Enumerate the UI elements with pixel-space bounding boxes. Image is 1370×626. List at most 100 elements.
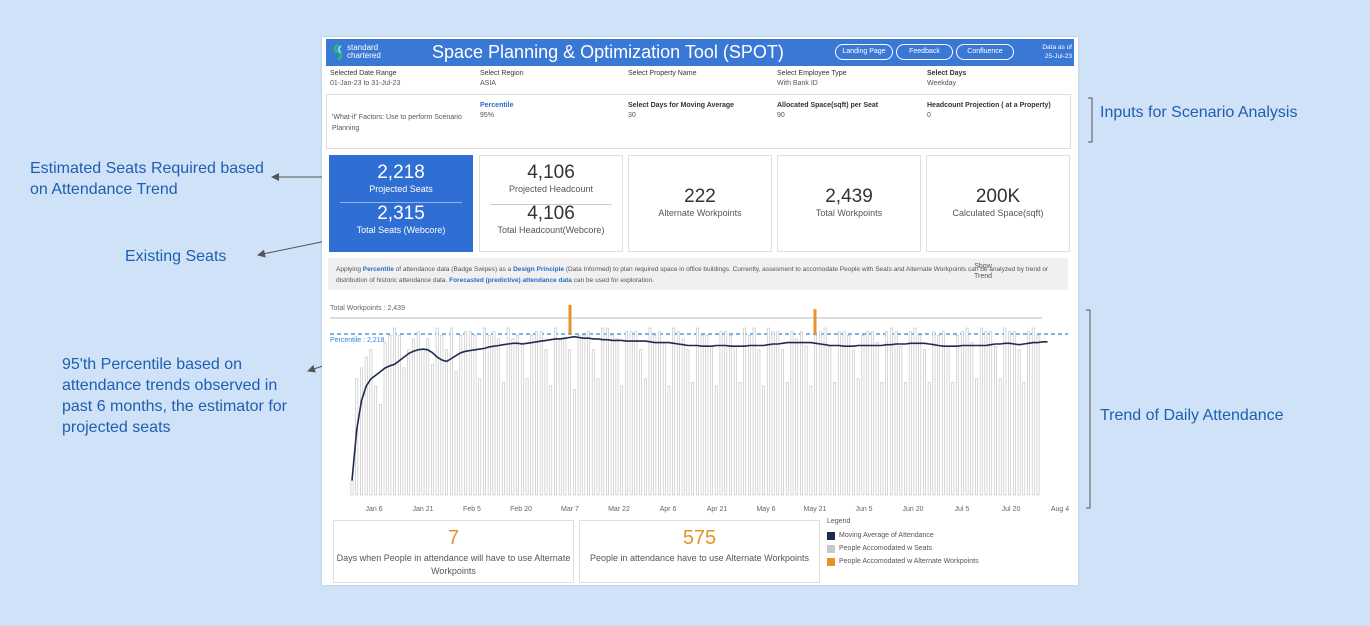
total-workpoints-value: 2,439 xyxy=(825,186,873,207)
note-text: Applying xyxy=(336,266,363,273)
show-trend-toggle[interactable]: Show Trend xyxy=(970,262,996,282)
bar-seats xyxy=(639,349,642,496)
bar-seats xyxy=(506,327,510,496)
bar-seats xyxy=(771,331,775,496)
dashboard: standard chartered Space Planning & Optim… xyxy=(322,37,1078,585)
bar-seats xyxy=(374,385,378,496)
bar-seats xyxy=(880,382,884,496)
filter-value: With Bank ID xyxy=(777,80,818,87)
bar-seats xyxy=(535,331,538,496)
x-tick-label: Mar 22 xyxy=(608,506,630,513)
bar-series-group xyxy=(350,327,1040,496)
bar-seats xyxy=(544,349,548,496)
filter-value: Weekday xyxy=(927,80,957,87)
filter-region[interactable]: Select Region ASIA xyxy=(480,69,524,89)
bar-seats xyxy=(572,389,576,496)
bar-seats xyxy=(729,334,732,496)
note-text: of attendance data (Badge Swipes) as a xyxy=(393,266,514,273)
bar-seats xyxy=(800,331,803,496)
bar-seats xyxy=(383,342,387,496)
alternate-workpoint-markers xyxy=(568,304,817,334)
logo-mark-icon xyxy=(333,44,343,61)
bar-seats xyxy=(904,382,907,496)
alternate-days-value: 7 xyxy=(447,527,460,549)
bar-seats xyxy=(790,331,794,496)
filter-employee-type[interactable]: Select Employee Type With Bank ID xyxy=(777,69,847,89)
bar-seats xyxy=(483,327,486,496)
kpi-seats-tile: 2,218 Projected Seats 2,315 Total Seats … xyxy=(329,155,473,252)
bar-seats xyxy=(360,367,363,496)
legend-swatch xyxy=(827,544,835,553)
projected-seats-value: 2,218 xyxy=(377,162,425,183)
bar-seats xyxy=(899,345,903,496)
param-moving-average-days[interactable]: Select Days for Moving Average 30 xyxy=(628,101,734,121)
x-tick-label: Jul 20 xyxy=(1002,506,1021,513)
alternate-workpoints-value: 222 xyxy=(684,186,716,207)
filter-label: Select Region xyxy=(480,70,524,77)
bar-seats xyxy=(975,378,978,496)
x-tick-label: Aug 4 xyxy=(1051,506,1069,513)
bar-seats xyxy=(871,331,874,496)
x-tick-label: Apr 6 xyxy=(660,506,677,513)
bar-seats xyxy=(667,385,671,496)
feedback-button[interactable]: Feedback xyxy=(896,44,953,60)
bar-seats xyxy=(672,327,676,496)
bar-seats xyxy=(591,349,595,496)
total-workpoints-ref-label: Total Workpoints : 2,439 xyxy=(330,305,405,312)
filter-property-name[interactable]: Select Property Name xyxy=(628,69,696,79)
bracket-trend xyxy=(1086,309,1091,509)
filter-label: Select Days xyxy=(927,70,967,77)
x-tick-label: Jun 5 xyxy=(855,506,872,513)
bar-seats xyxy=(350,480,354,496)
param-headcount-projection[interactable]: Headcount Projection ( at a Property) 0 xyxy=(927,101,1051,121)
legend-swatch xyxy=(827,531,835,540)
bar-seats xyxy=(511,338,515,496)
param-space-per-seat[interactable]: Allocated Space(sqft) per Seat 90 xyxy=(777,101,878,121)
bar-seats xyxy=(970,342,974,496)
param-value: 30 xyxy=(628,112,636,119)
filter-date-range[interactable]: Selected Date Range 01-Jan-23 to 31-Jul-2… xyxy=(330,69,400,89)
x-tick-label: Apr 21 xyxy=(707,506,728,513)
legend-swatch xyxy=(827,557,835,566)
bar-seats xyxy=(378,403,382,496)
kpi-headcount-tile: 4,106 Projected Headcount 4,106 Total He… xyxy=(479,155,623,252)
bar-seats xyxy=(979,327,983,496)
legend-item: People Accomodated w Seats xyxy=(827,542,979,555)
bar-seats xyxy=(714,385,718,496)
data-as-of-label: Data as of xyxy=(1042,44,1072,51)
legend-label: People Accomodated w Seats xyxy=(839,545,933,552)
bar-seats xyxy=(596,378,600,496)
bar-seats xyxy=(946,345,950,496)
bar-seats xyxy=(941,331,945,496)
bar-seats xyxy=(615,338,619,496)
chart-legend: Legend Moving Average of Attendance Peop… xyxy=(827,518,979,568)
x-axis-ticks: Jan 6 Jan 21 Feb 5 Feb 20 Mar 7 Mar 22 Apr 6 Ap… xyxy=(365,506,1069,513)
filter-label: Selected Date Range xyxy=(330,70,397,77)
x-tick-label: Feb 5 xyxy=(463,506,481,513)
what-if-label: 'What-if' Factors: Use to perform Scenar… xyxy=(332,114,462,132)
bar-seats xyxy=(520,342,524,496)
param-percentile[interactable]: Percentile 95% xyxy=(480,101,513,121)
landing-page-button[interactable]: Landing Page xyxy=(835,44,893,60)
bar-seats xyxy=(894,331,898,496)
filter-days[interactable]: Select Days Weekday xyxy=(927,69,966,89)
bar-seats xyxy=(866,331,870,496)
bar-seats xyxy=(766,327,770,496)
bar-seats xyxy=(752,327,756,496)
bar-seats xyxy=(539,331,543,496)
bar-seats xyxy=(705,334,709,496)
bar-seats xyxy=(677,331,680,496)
bar-seats xyxy=(558,338,562,496)
bar-seats xyxy=(606,327,609,496)
param-value: 0 xyxy=(927,112,931,119)
confluence-button[interactable]: Confluence xyxy=(956,44,1014,60)
bar-seats xyxy=(601,327,605,496)
page-title: Space Planning & Optimization Tool (SPOT… xyxy=(432,42,784,62)
param-value: 95% xyxy=(480,112,495,119)
bar-seats xyxy=(525,378,529,496)
bar-seats xyxy=(478,378,482,496)
bar-seats xyxy=(927,382,931,496)
divider xyxy=(490,204,612,205)
x-tick-label: Jul 5 xyxy=(955,506,970,513)
bar-seats xyxy=(610,334,614,496)
